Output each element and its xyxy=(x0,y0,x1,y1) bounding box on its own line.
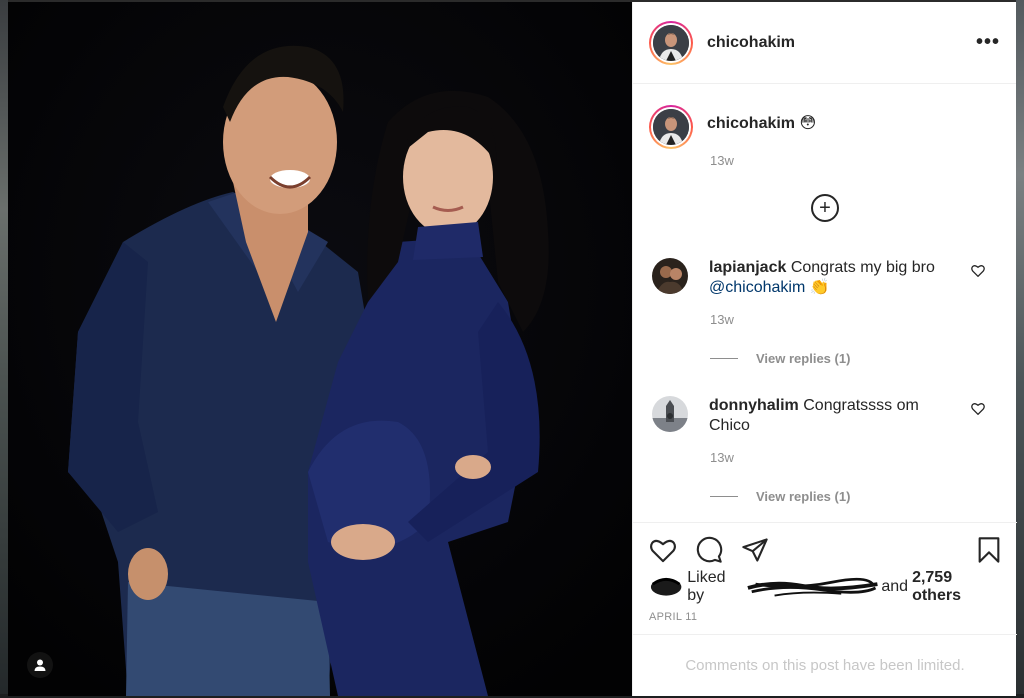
comments-section: chicohakim 😳 13w + lapianjack Congrats m… xyxy=(633,85,1017,522)
like-comment-button[interactable] xyxy=(971,402,985,420)
user-tag-button[interactable] xyxy=(27,652,53,678)
post-photo[interactable] xyxy=(8,2,632,696)
comment-time[interactable]: 13w xyxy=(710,450,1001,465)
comment-text: donnyhalim Congratssss om Chico xyxy=(709,396,957,436)
like-comment-button[interactable] xyxy=(971,264,985,282)
likes-count[interactable]: 2,759 others xyxy=(912,569,1001,605)
post-actions: Liked by and 2,759 others APRIL 11 xyxy=(633,522,1017,634)
caption-username[interactable]: chicohakim xyxy=(707,115,795,132)
more-options-icon[interactable]: ••• xyxy=(976,31,1000,54)
backdrop-right xyxy=(1016,0,1024,698)
heart-icon xyxy=(650,539,676,563)
post-side-panel: chicohakim ••• chicohakim 😳 13w + lapian… xyxy=(632,2,1017,696)
likes-and-label: and xyxy=(881,578,909,595)
plus-circle-icon[interactable]: + xyxy=(811,194,839,222)
liker-avatar-redacted xyxy=(650,577,682,596)
bookmark-icon xyxy=(978,537,1000,563)
backdrop-left xyxy=(0,0,8,698)
view-replies-button[interactable]: View replies (1) xyxy=(710,489,1001,504)
replies-divider xyxy=(710,496,738,497)
heart-icon xyxy=(971,265,985,278)
avatar-image xyxy=(653,24,689,61)
person-icon xyxy=(34,659,46,671)
comments-limited-notice: Comments on this post have been limited. xyxy=(633,634,1017,696)
comment-item: lapianjack Congrats my big bro @chicohak… xyxy=(649,258,1001,298)
comment-message: Congrats my big bro xyxy=(790,259,935,276)
like-button[interactable] xyxy=(649,537,677,563)
photo-couple xyxy=(8,2,632,696)
view-replies-label[interactable]: View replies (1) xyxy=(756,351,850,366)
avatar-image xyxy=(652,258,688,294)
caption-emoji: 😳 xyxy=(799,115,817,132)
caption-text: chicohakim 😳 xyxy=(707,105,816,149)
comment-emoji: 👏 xyxy=(809,279,830,296)
commenter-avatar[interactable] xyxy=(652,258,688,294)
caption-time[interactable]: 13w xyxy=(710,153,1001,168)
author-avatar[interactable] xyxy=(649,20,693,65)
avatar-image xyxy=(652,396,688,432)
comment-button[interactable] xyxy=(695,536,723,564)
heart-icon xyxy=(971,403,985,416)
caption: chicohakim 😳 xyxy=(649,105,1001,149)
comment-username[interactable]: donnyhalim xyxy=(709,397,799,414)
paper-plane-icon xyxy=(742,538,768,562)
caption-avatar[interactable] xyxy=(649,105,693,149)
view-replies-label[interactable]: View replies (1) xyxy=(756,489,850,504)
commenter-avatar[interactable] xyxy=(652,396,688,432)
replies-divider xyxy=(710,358,738,359)
comment-mention[interactable]: @chicohakim xyxy=(709,279,805,296)
redacted-username-scribble xyxy=(747,577,878,597)
liked-by-label: Liked by xyxy=(687,569,726,604)
comment-item: donnyhalim Congratssss om Chico xyxy=(649,396,1001,436)
comment-text: lapianjack Congrats my big bro @chicohak… xyxy=(709,258,957,298)
post-header: chicohakim ••• xyxy=(633,2,1016,84)
save-button[interactable] xyxy=(977,536,1001,564)
view-replies-button[interactable]: View replies (1) xyxy=(710,351,1001,366)
avatar-image xyxy=(653,109,689,145)
share-button[interactable] xyxy=(741,537,769,563)
comment-username[interactable]: lapianjack xyxy=(709,259,786,276)
comments-limited-text: Comments on this post have been limited. xyxy=(685,657,965,674)
comment-time[interactable]: 13w xyxy=(710,312,1001,327)
comment-bubble-icon xyxy=(696,536,723,563)
author-username[interactable]: chicohakim xyxy=(707,34,795,52)
post-date[interactable]: APRIL 11 xyxy=(649,611,1001,623)
likes-summary: Liked by and 2,759 others xyxy=(649,569,1001,604)
